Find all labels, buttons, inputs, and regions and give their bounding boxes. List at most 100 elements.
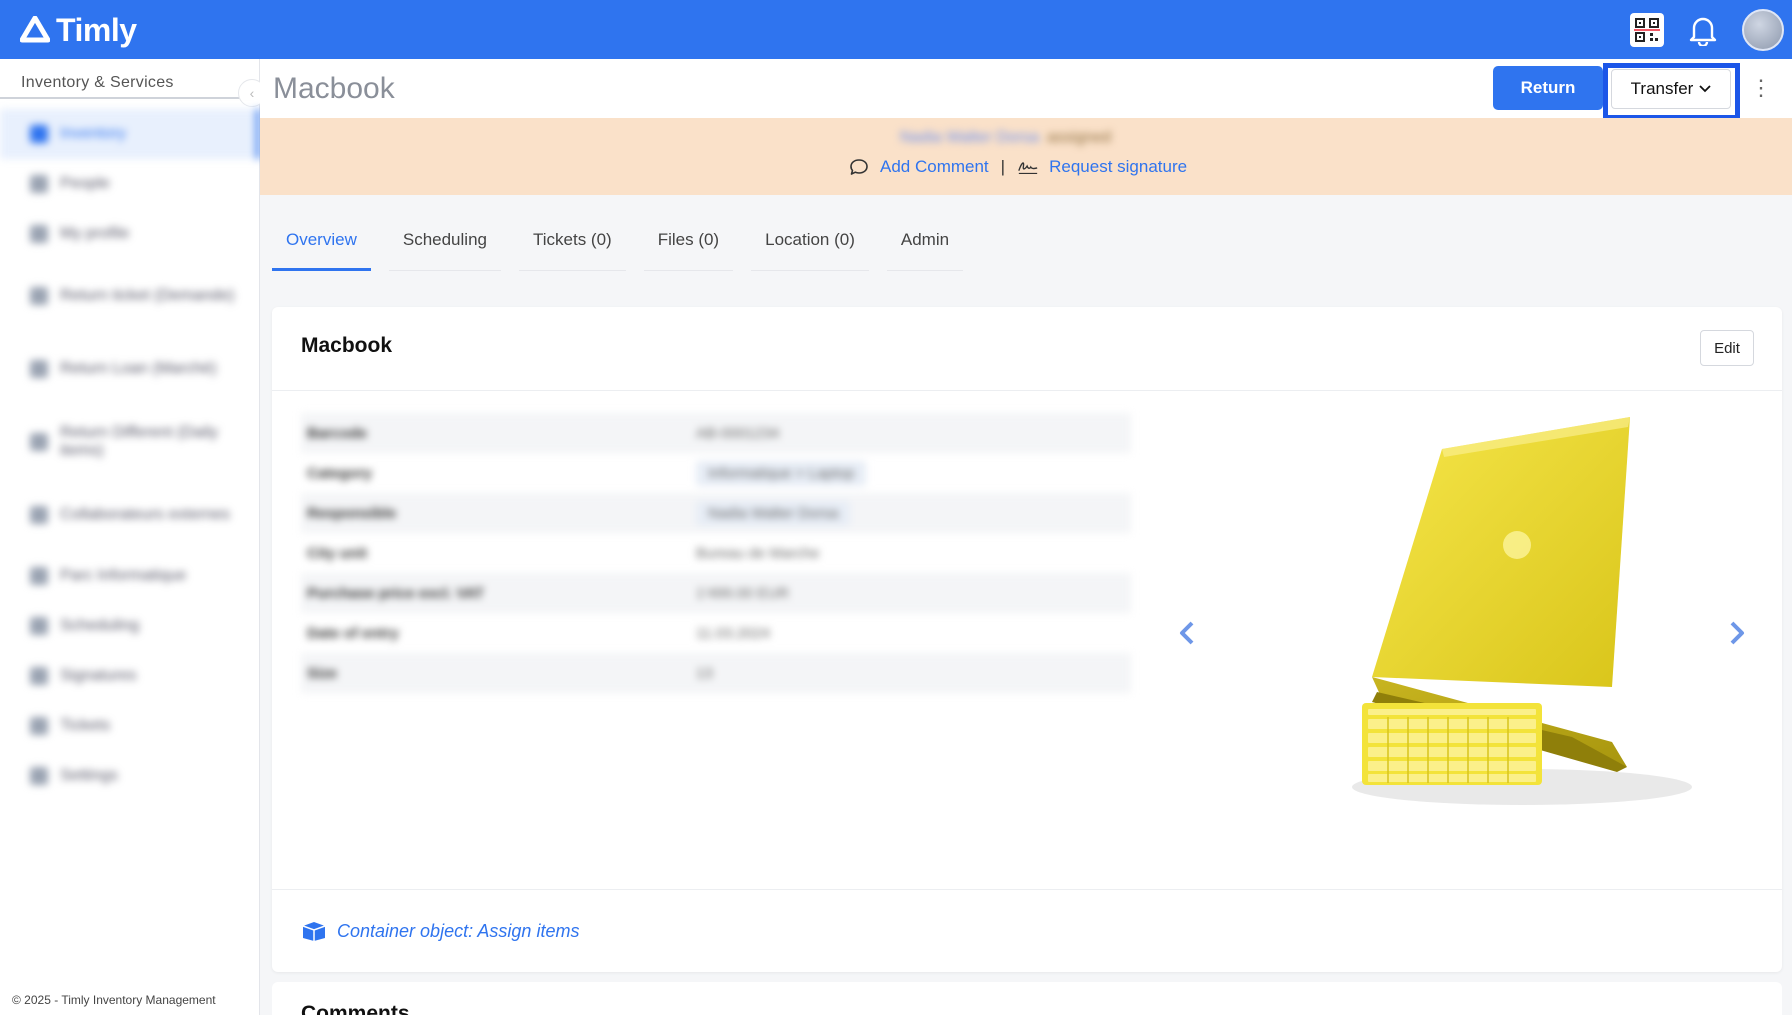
people-icon (30, 505, 48, 524)
sidebar-item-it-park[interactable]: Parc Informatique (0, 551, 260, 601)
detail-value: Bureau de Marche (696, 544, 820, 562)
sidebar-item-label: Scheduling (60, 617, 140, 634)
notification-bell-icon[interactable] (1686, 13, 1720, 47)
signature-icon (30, 667, 48, 685)
tab-location[interactable]: Location (0) (751, 221, 869, 271)
ticket-icon (30, 717, 48, 735)
request-signature-link[interactable]: Request signature (1049, 157, 1187, 177)
transfer-label: Transfer (1630, 79, 1694, 98)
detail-value: 13 (696, 664, 713, 682)
sidebar-item-return-different[interactable]: Return Different (Daily items) (0, 405, 260, 478)
return-button[interactable]: Return (1493, 66, 1603, 110)
user-avatar[interactable] (1742, 9, 1784, 51)
sidebar-section-title: Inventory & Services (0, 67, 250, 99)
add-comment-link[interactable]: Add Comment (880, 157, 989, 177)
edit-button[interactable]: Edit (1700, 330, 1754, 366)
detail-value: AB-0001234 (696, 424, 780, 442)
assignee-info: Nadia Walter Dorsa assigned (900, 129, 1111, 147)
assignee-name[interactable]: Nadia Walter Dorsa (900, 129, 1039, 147)
sidebar-item-label: Parc Informatique (60, 567, 187, 584)
sidebar: Inventory & Services ‹ Inventory People … (0, 59, 266, 1015)
detail-value: 11.03.2024 (696, 624, 770, 642)
inventory-icon (30, 125, 48, 143)
tab-scheduling[interactable]: Scheduling (388, 221, 501, 271)
computer-icon (30, 567, 48, 585)
sidebar-item-label: Return Loan (Marché) (60, 359, 217, 377)
detail-row: Date of entry 11.03.2024 (301, 613, 1131, 653)
people-icon (30, 175, 48, 193)
tab-files[interactable]: Files (0) (643, 221, 734, 271)
tab-admin[interactable]: Admin (886, 221, 964, 271)
timly-logo[interactable]: Timly (20, 10, 137, 50)
details-table: Barcode AB-0001234 Category Informatique >… (301, 413, 1131, 693)
calendar-icon (30, 617, 48, 635)
sidebar-item-label: My profile (60, 225, 130, 242)
container-assign-link[interactable]: Container object: Assign items (301, 920, 579, 942)
app-name: Timly (56, 11, 137, 48)
page-title: Macbook (273, 72, 395, 105)
card-title: Macbook (301, 334, 393, 357)
chevron-right-icon[interactable] (1722, 613, 1752, 653)
action-separator: | (1000, 157, 1006, 176)
assignment-banner: Nadia Walter Dorsa assigned Add Comment … (260, 118, 1792, 195)
sidebar-item-inventory[interactable]: Inventory (0, 109, 260, 159)
sidebar-item-label: Return Different (Daily items) (60, 423, 218, 459)
responsible-chip[interactable]: Nadia Walter Dorsa (696, 500, 851, 526)
tab-overview[interactable]: Overview (272, 221, 371, 271)
image-carousel (1172, 417, 1762, 857)
sidebar-item-signatures[interactable]: Signatures (0, 651, 260, 701)
banner-actions: Add Comment | Request signature (848, 156, 1187, 178)
user-icon (30, 225, 48, 243)
detail-label: Size (307, 664, 338, 682)
detail-value: 1'499.00 EUR (696, 584, 789, 602)
detail-label: Category (307, 464, 373, 482)
product-image (1352, 417, 1692, 805)
sidebar-item-label: Tickets (60, 717, 111, 734)
return-icon (30, 286, 48, 305)
detail-label: Date of entry (307, 624, 399, 642)
sidebar-item-return-loan[interactable]: Return Loan (Marché) (0, 332, 260, 405)
sidebar-item-label: Inventory (60, 125, 126, 142)
chevron-left-icon[interactable] (1172, 613, 1202, 653)
sidebar-item-label: Signatures (60, 667, 137, 684)
divider (272, 390, 1782, 391)
sidebar-item-tickets[interactable]: Tickets (0, 701, 260, 751)
return-icon (30, 432, 48, 451)
sidebar-item-return-ticket[interactable]: Return ticket (Demande) (0, 259, 260, 332)
detail-label: Barcode (307, 424, 368, 442)
return-icon (30, 359, 48, 378)
top-bar: Timly (0, 0, 1792, 59)
transfer-dropdown-button[interactable]: Transfer (1611, 69, 1731, 109)
sidebar-item-label: People (60, 175, 110, 192)
detail-label: City unit (307, 544, 367, 562)
more-options-icon[interactable]: ⋮ (1750, 73, 1772, 103)
page-header: Macbook Return Transfer ⋮ (260, 59, 1792, 120)
detail-row: Barcode AB-0001234 (301, 413, 1131, 453)
tab-bar: Overview Scheduling Tickets (0) Files (0… (272, 221, 981, 271)
sidebar-item-profile[interactable]: My profile (0, 209, 260, 259)
item-details-card: Macbook Edit Barcode AB-0001234 Category I… (272, 307, 1782, 972)
sidebar-item-label: Return ticket (Demande) (60, 286, 235, 304)
gear-icon (30, 767, 48, 785)
box-icon (302, 922, 326, 941)
sidebar-item-settings[interactable]: Settings (0, 751, 260, 801)
sidebar-item-scheduling[interactable]: Scheduling (0, 601, 260, 651)
sidebar-item-label: Settings (60, 767, 118, 784)
sidebar-item-people[interactable]: People (0, 159, 260, 209)
comments-title: Comments (301, 1002, 410, 1015)
sidebar-item-external-collaborators[interactable]: Collaborateurs externes (0, 478, 260, 551)
detail-label: Responsible (307, 504, 397, 522)
detail-row: Purchase price excl. VAT 1'499.00 EUR (301, 573, 1131, 613)
detail-row: Category Informatique > Laptop (301, 453, 1131, 493)
container-link-label: Container object: Assign items (337, 920, 580, 941)
qr-code-icon[interactable] (1630, 13, 1664, 47)
sidebar-nav: Inventory People My profile Return ticke… (0, 109, 260, 801)
detail-row: Size 13 (301, 653, 1131, 693)
timly-logo-icon (20, 16, 50, 43)
tab-tickets[interactable]: Tickets (0) (518, 221, 626, 271)
detail-label: Purchase price excl. VAT (307, 584, 485, 602)
category-chip[interactable]: Informatique > Laptop (696, 460, 867, 486)
comment-icon (848, 156, 870, 178)
detail-row: City unit Bureau de Marche (301, 533, 1131, 573)
assignee-status: assigned (1047, 129, 1112, 146)
